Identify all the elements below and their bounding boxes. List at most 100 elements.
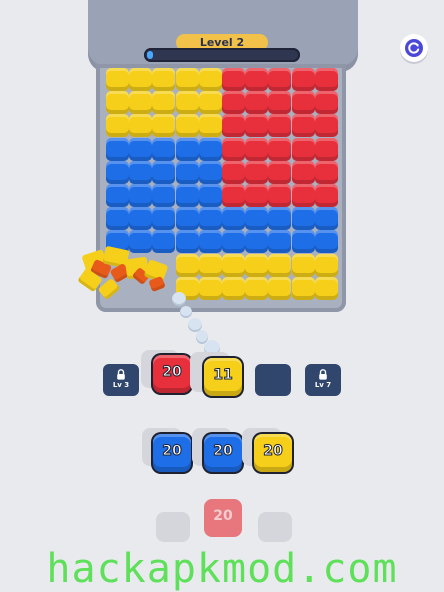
lock-icon [319,369,327,380]
cube-red [314,160,338,184]
locked-slot-1[interactable]: Lv 3 [103,364,139,396]
cube-yellow [106,91,129,115]
shooter-cube-red[interactable]: 20 [153,355,191,393]
level-progress-fill [147,51,153,59]
cube-red [268,114,292,138]
cube-blue [152,137,176,161]
empty-slot[interactable] [255,364,291,396]
cube-blue [152,184,176,207]
cube-blue [268,207,292,231]
cube-blue [129,160,153,184]
reserve-cube-blue[interactable]: 20 [204,434,242,472]
cube-red [222,91,245,115]
cube-red [291,114,315,138]
cube-blue [106,184,129,207]
cube-blue [129,230,153,254]
cube-yellow [222,276,245,300]
cube-yellow [129,91,153,115]
cube-blue [129,207,153,231]
cube-red [245,68,269,91]
reserve-cube-red[interactable]: 20 [204,499,242,537]
slot-level-label: Lv 7 [314,381,332,389]
cube-yellow [222,253,245,277]
cube-blue [222,207,245,231]
cube-blue [245,207,269,231]
cube-yellow [175,91,199,115]
cube-blue [314,230,338,254]
cube-blue [314,207,338,231]
locked-slot-2[interactable]: Lv 7 [305,364,341,396]
cube-yellow [198,114,222,138]
cube-yellow [106,68,129,91]
cube-yellow [268,253,292,277]
restart-icon [405,39,423,57]
cube-yellow [152,68,176,91]
cube-blue [175,207,199,231]
cube-red [222,114,245,138]
cube-blue [198,207,222,231]
cube-yellow [291,276,315,300]
cube-blue [175,184,199,207]
cube-blue [291,230,315,254]
cube-red [314,184,338,207]
cube-blue [198,160,222,184]
cube-yellow [198,276,222,300]
cube-blue [129,137,153,161]
cube-red [268,68,292,91]
cube-blue [198,137,222,161]
cube-blue [291,207,315,231]
cube-red [222,184,245,207]
cube-red [245,91,269,115]
cube-yellow [314,276,338,300]
cube-red [222,68,245,91]
cube-red [245,184,269,207]
cube-red [314,91,338,115]
cube-red [291,184,315,207]
cube-blue [152,207,176,231]
cube-red [291,137,315,161]
cube-blue [175,160,199,184]
cube-yellow [175,114,199,138]
cube-yellow [129,114,153,138]
cube-yellow [198,91,222,115]
cube-blue [175,137,199,161]
cube-yellow [198,253,222,277]
restart-button[interactable] [400,34,428,62]
cube-yellow [268,276,292,300]
cube-red [268,91,292,115]
cube-red [245,160,269,184]
cube-yellow [175,68,199,91]
cube-red [222,160,245,184]
cube-red [245,114,269,138]
cube-blue [198,184,222,207]
cube-blue [106,137,129,161]
cube-red [268,137,292,161]
cube-red [314,114,338,138]
cube-yellow [152,91,176,115]
cube-yellow [129,68,153,91]
cube-yellow [291,253,315,277]
watermark-text: hackapkmod.com [46,546,398,592]
cube-blue [245,230,269,254]
reserve-cube-yellow[interactable]: 20 [254,434,292,472]
cube-blue [268,230,292,254]
reserve-cube-blue[interactable]: 20 [153,434,191,472]
cube-red [314,137,338,161]
cube-yellow [245,253,269,277]
cube-red [314,68,338,91]
cube-blue [198,230,222,254]
cube-yellow [245,276,269,300]
cube-yellow [175,253,199,277]
cube-red [268,160,292,184]
cube-red [268,184,292,207]
cube-yellow [152,114,176,138]
cube-red [245,137,269,161]
cube-red [291,160,315,184]
cube-blue [106,160,129,184]
shooter-cube-yellow[interactable]: 11 [204,358,242,396]
slot-level-label: Lv 3 [112,381,130,389]
cube-blue [175,230,199,254]
cube-blue [152,230,176,254]
cube-red [291,68,315,91]
reserve-shadow [156,512,190,542]
